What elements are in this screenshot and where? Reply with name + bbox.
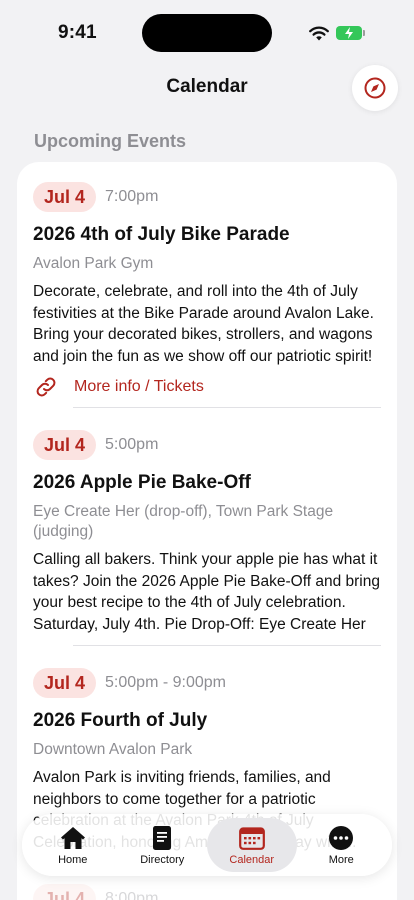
divider bbox=[73, 645, 381, 646]
event-item[interactable]: Jul 4 5:00pm 2026 Apple Pie Bake-Off Eye… bbox=[33, 430, 381, 635]
book-icon bbox=[153, 825, 172, 850]
tab-directory[interactable]: Directory bbox=[118, 818, 208, 872]
tab-home[interactable]: Home bbox=[28, 818, 118, 872]
event-time: 5:00pm - 9:00pm bbox=[105, 674, 226, 691]
events-card: Jul 4 7:00pm 2026 4th of July Bike Parad… bbox=[17, 162, 397, 900]
event-location: Downtown Avalon Park bbox=[33, 741, 193, 758]
event-title: 2026 Apple Pie Bake-Off bbox=[33, 472, 251, 493]
date-badge: Jul 4 bbox=[33, 668, 97, 698]
event-time: 5:00pm bbox=[105, 436, 159, 453]
calendar-icon bbox=[238, 826, 265, 850]
status-time: 9:41 bbox=[58, 22, 97, 43]
dynamic-island bbox=[142, 14, 272, 52]
status-bar: 9:41 bbox=[0, 0, 414, 66]
date-badge: Jul 4 bbox=[33, 430, 97, 460]
compass-button[interactable] bbox=[352, 65, 398, 111]
tab-home-label: Home bbox=[58, 853, 88, 866]
date-badge: Jul 4 bbox=[33, 182, 97, 212]
tab-calendar-label: Calendar bbox=[229, 853, 275, 866]
compass-icon bbox=[364, 77, 386, 99]
divider bbox=[73, 407, 381, 408]
tab-directory-label: Directory bbox=[140, 853, 185, 866]
link-icon bbox=[36, 377, 56, 397]
tab-more-label: More bbox=[328, 853, 354, 866]
more-info-link[interactable]: More info / Tickets bbox=[33, 375, 381, 399]
event-location: Avalon Park Gym bbox=[33, 255, 154, 272]
event-title: 2026 4th of July Bike Parade bbox=[33, 224, 290, 245]
house-icon bbox=[60, 826, 85, 849]
tab-more[interactable]: More bbox=[297, 818, 387, 872]
event-location: Eye Create Her (drop-off), Town Park Sta… bbox=[33, 503, 334, 540]
ellipsis-circle-icon bbox=[329, 825, 354, 850]
event-description: Decorate, celebrate, and roll into the 4… bbox=[33, 283, 374, 365]
tab-bar: Home Directory Calendar More bbox=[22, 814, 392, 876]
event-item[interactable]: Jul 4 7:00pm 2026 4th of July Bike Parad… bbox=[33, 182, 381, 399]
event-item-peek: Jul 4 8:00pm bbox=[33, 884, 158, 900]
event-time: 7:00pm bbox=[105, 188, 159, 205]
section-heading: Upcoming Events bbox=[34, 131, 187, 151]
event-description: Calling all bakers. Think your apple pie… bbox=[33, 551, 380, 633]
event-time: 8:00pm bbox=[105, 890, 159, 900]
tab-calendar[interactable]: Calendar bbox=[207, 818, 297, 872]
date-badge: Jul 4 bbox=[33, 884, 97, 900]
more-info-label: More info / Tickets bbox=[74, 378, 204, 395]
battery-icon bbox=[336, 26, 365, 40]
wifi-icon bbox=[309, 26, 329, 41]
event-title: 2026 Fourth of July bbox=[33, 710, 208, 731]
